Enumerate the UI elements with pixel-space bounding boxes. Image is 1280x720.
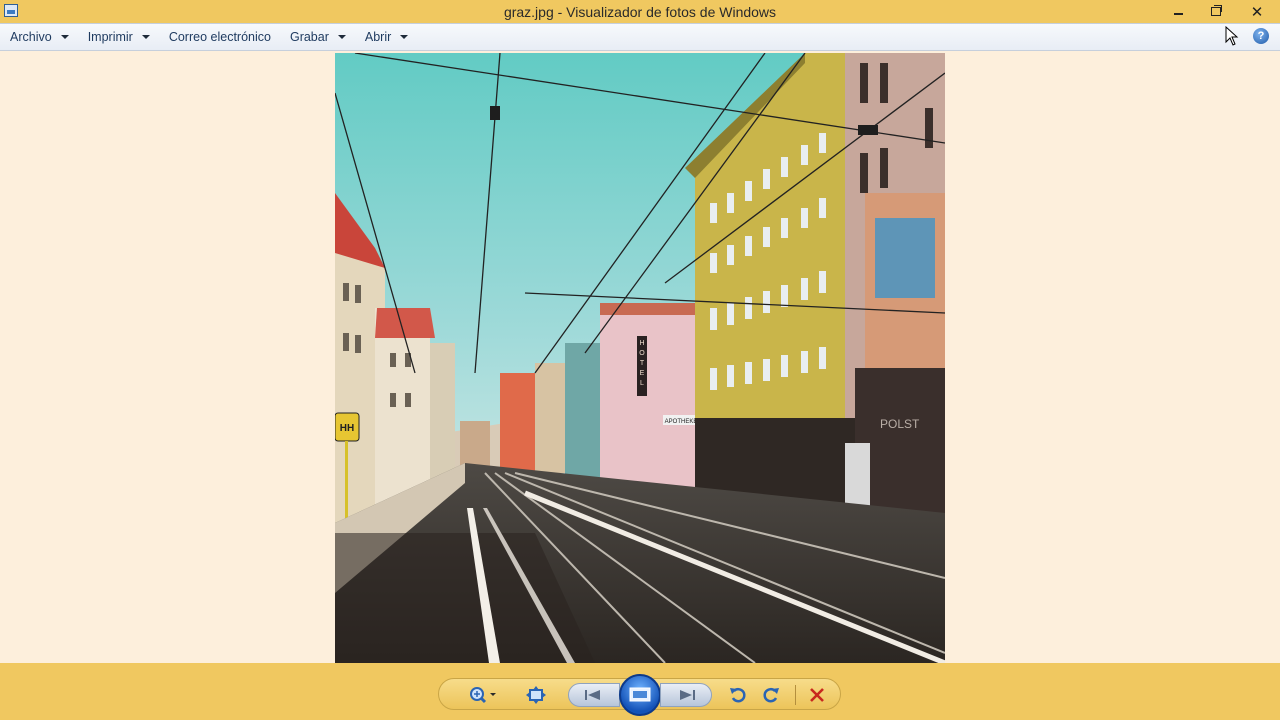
zoom-button[interactable] [466,684,498,706]
next-button[interactable] [660,683,712,707]
minimize-icon [1174,12,1183,15]
menu-archivo[interactable]: Archivo [0,24,78,50]
chevron-down-icon [141,35,150,39]
svg-text:T: T [640,360,645,367]
svg-text:L: L [640,380,644,387]
menu-imprimir-label: Imprimir [87,30,133,44]
delete-icon [810,688,824,702]
chevron-down-icon [400,35,409,39]
menu-archivo-label: Archivo [10,30,52,44]
title-bar: graz.jpg - Visualizador de fotos de Wind… [0,0,1280,23]
menu-imprimir[interactable]: Imprimir [78,24,159,50]
rotate-counterclockwise-button[interactable] [726,684,750,706]
slideshow-icon [629,687,651,702]
delete-button[interactable] [805,684,829,706]
apotheke-sign-text: APOTHEKE [665,419,698,425]
mouse-cursor-icon [1225,26,1239,46]
photo-viewer-app-icon[interactable] [4,4,18,17]
chevron-down-icon [337,35,346,39]
menu-abrir[interactable]: Abrir [355,24,417,50]
menu-grabar[interactable]: Grabar [280,24,355,50]
next-icon [680,690,695,700]
close-button[interactable]: ✕ [1234,0,1280,23]
restore-button[interactable] [1197,0,1234,23]
hh-sign-text: HH [340,423,354,434]
previous-icon [585,690,600,700]
street-photo: H O T E L APOTHEKE HH POLST [335,53,945,663]
chevron-down-icon [60,35,69,39]
hotel-sign-text: H [639,340,644,347]
minimize-button[interactable] [1160,0,1197,23]
window-controls: ✕ [1160,0,1280,23]
actual-size-icon [526,686,546,704]
rotate-clockwise-icon [763,687,779,703]
close-icon: ✕ [1250,3,1264,21]
menu-abrir-label: Abrir [364,30,392,44]
actual-size-button[interactable] [523,684,549,706]
toolbar-separator [795,685,796,705]
menu-correo-label: Correo electrónico [168,30,271,44]
menu-correo[interactable]: Correo electrónico [159,24,280,50]
window-title: graz.jpg - Visualizador de fotos de Wind… [503,3,777,20]
slideshow-button[interactable] [619,674,661,716]
zoom-icon [470,687,496,704]
svg-text:O: O [639,350,645,357]
svg-text:E: E [640,370,645,377]
menu-bar: Archivo Imprimir Correo electrónico Grab… [0,23,1280,51]
bottom-toolbar [0,663,1280,720]
help-icon[interactable]: ? [1253,28,1269,44]
menu-grabar-label: Grabar [289,30,329,44]
rotate-clockwise-button[interactable] [759,684,783,706]
previous-button[interactable] [568,683,620,707]
rotate-counterclockwise-icon [730,687,746,703]
photo-display[interactable]: H O T E L APOTHEKE HH POLST [335,53,945,663]
restore-icon [1210,5,1222,16]
polster-sign-text: POLST [880,417,920,431]
